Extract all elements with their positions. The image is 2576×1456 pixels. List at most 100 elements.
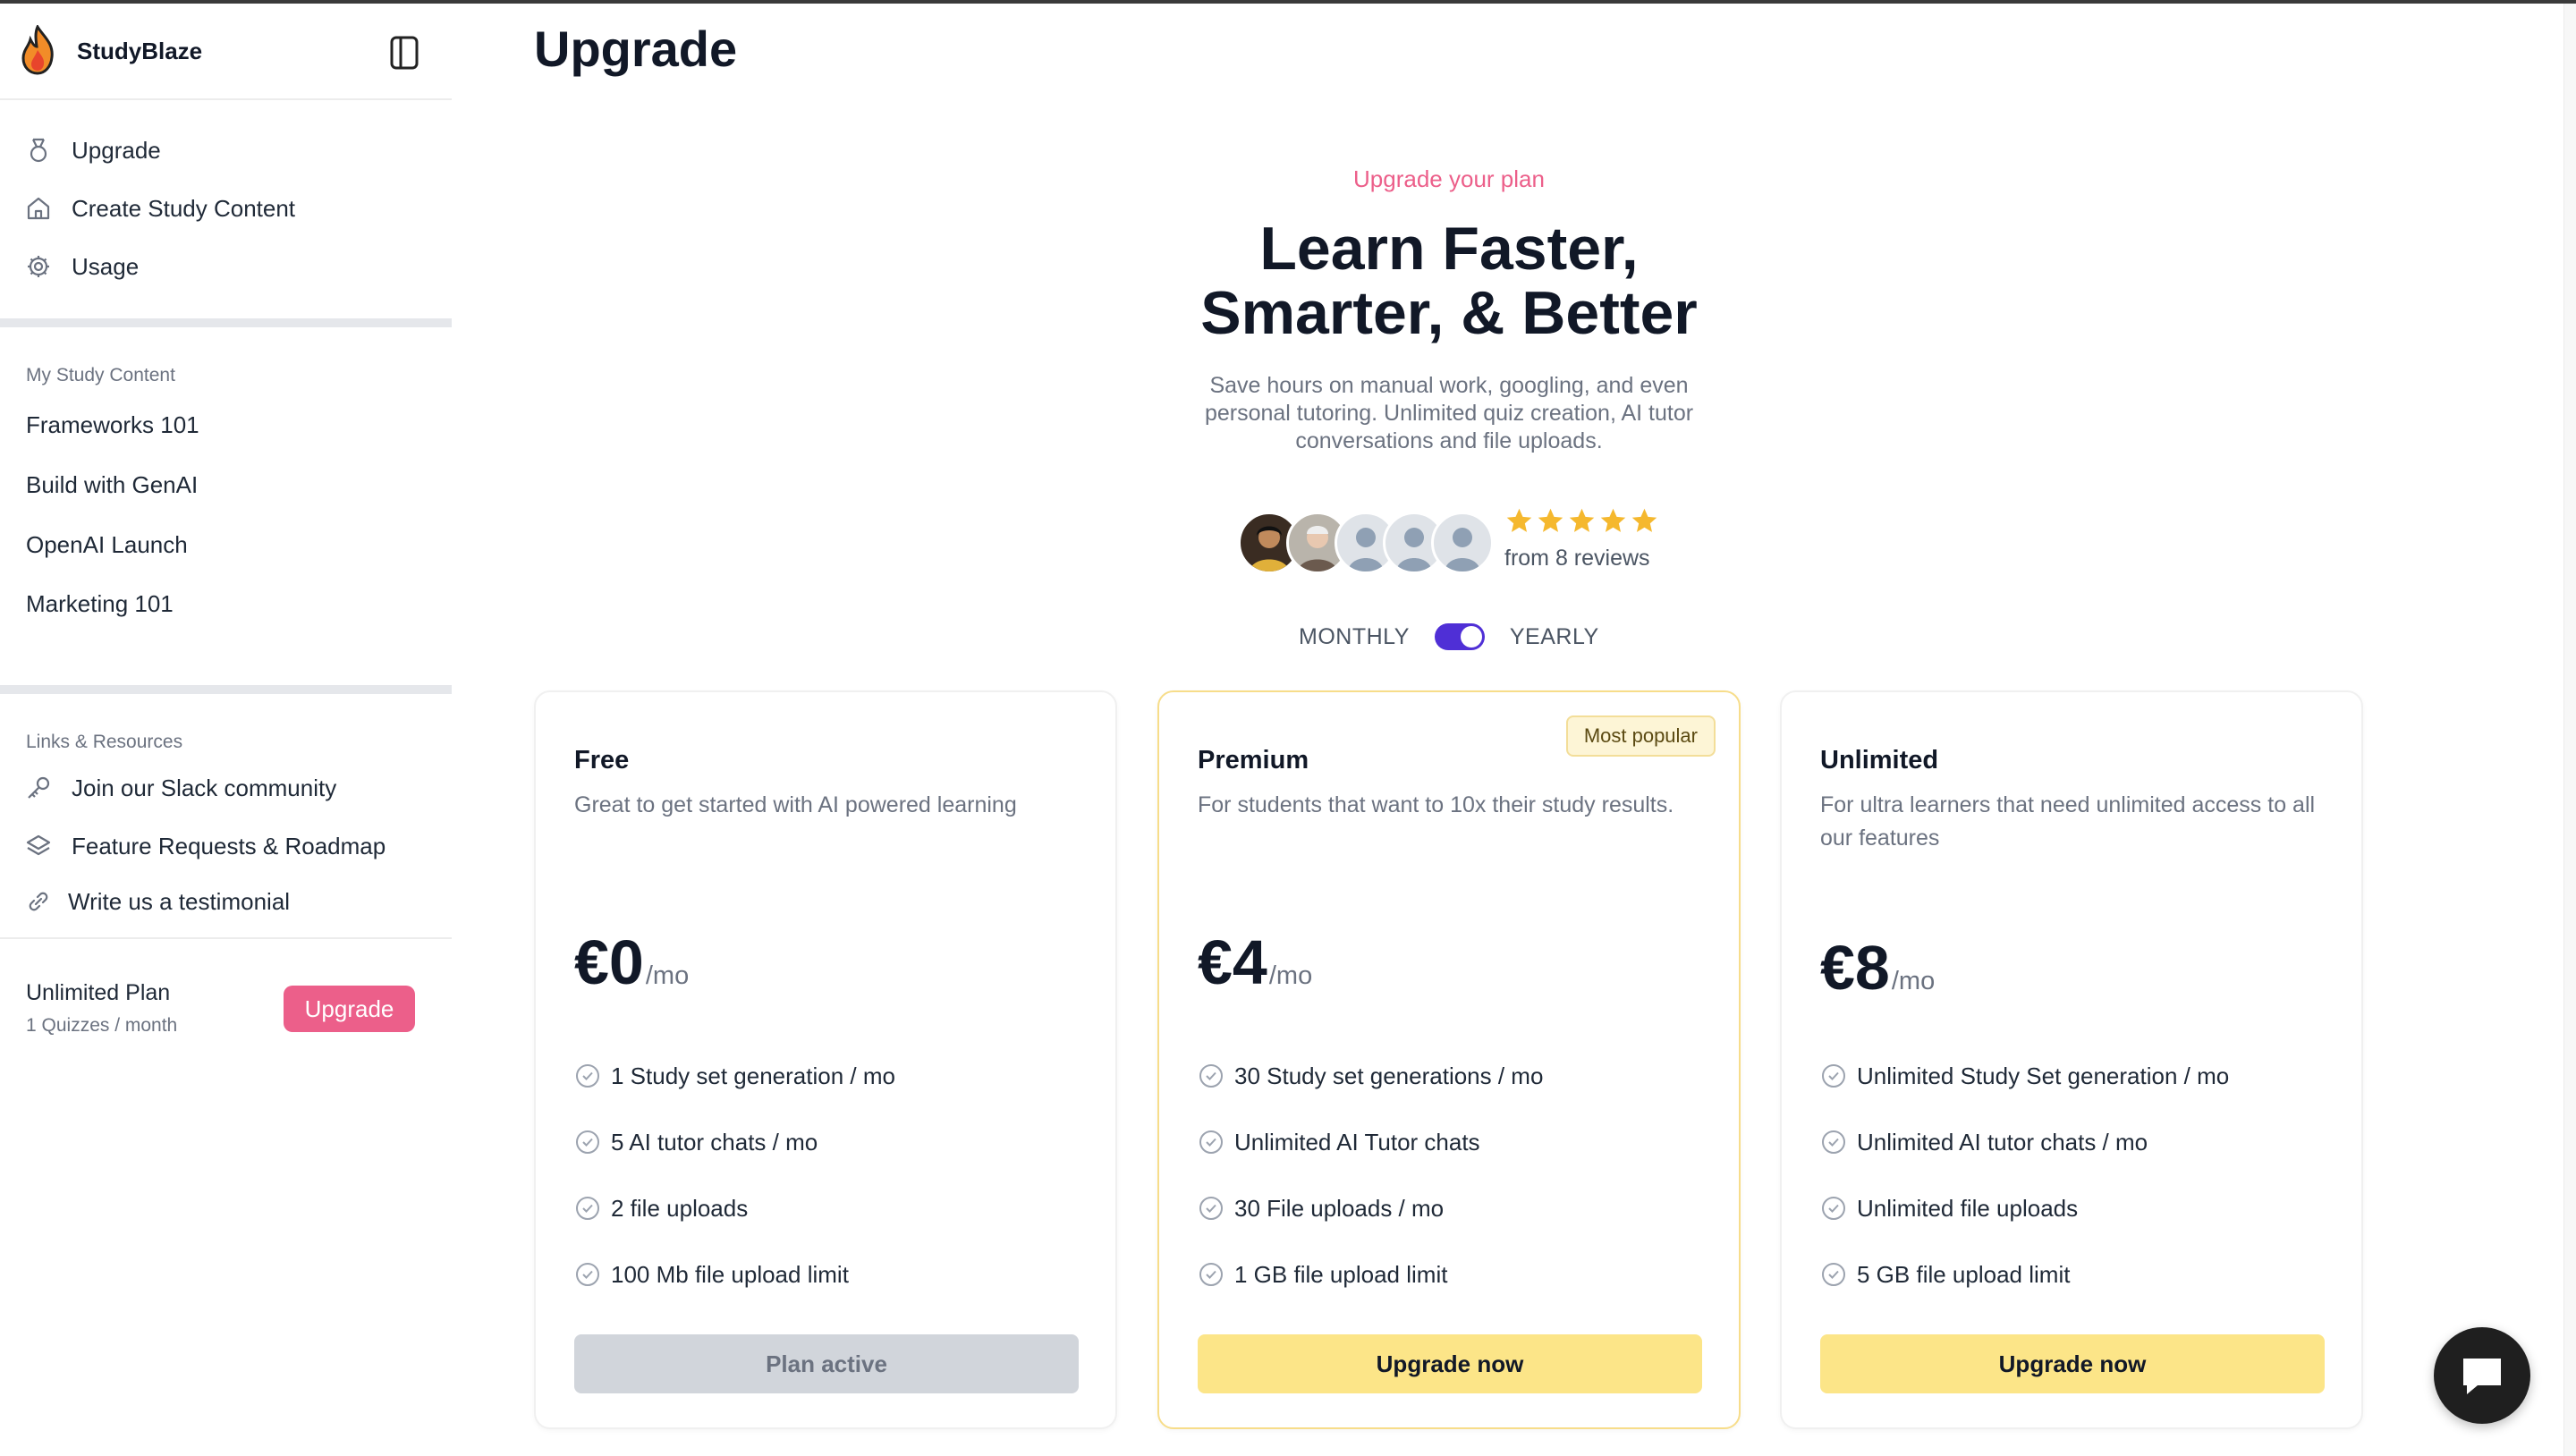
current-plan-quota: 1 Quizzes / month [26,1015,178,1036]
sidebar-upgrade-button[interactable]: Upgrade [284,986,415,1032]
check-circle-icon [576,1130,599,1154]
feature-text: 2 file uploads [611,1194,749,1222]
check-circle-icon [576,1064,599,1088]
feature-text: Unlimited Study Set generation / mo [1857,1062,2230,1089]
sidebar-item-label: Usage [72,252,140,280]
avatar [1431,512,1494,574]
feature-item: 1 GB file upload limit [1198,1241,1543,1308]
feature-text: Unlimited AI tutor chats / mo [1857,1128,2148,1155]
check-circle-icon [1199,1263,1223,1286]
feature-item: 1 Study set generation / mo [574,1043,895,1109]
chat-launcher-button[interactable] [2434,1327,2530,1424]
star-icon [1506,508,1532,532]
study-content-item[interactable]: Frameworks 101 [26,411,199,439]
home-icon [27,197,50,220]
link-label: Feature Requests & Roadmap [72,832,386,859]
check-circle-icon [1822,1064,1845,1088]
feature-item: 30 Study set generations / mo [1198,1043,1543,1109]
hero-subtext: Save hours on manual work, googling, and… [1204,373,1694,453]
app-name: StudyBlaze [77,38,203,64]
study-content-item[interactable]: Build with GenAI [26,471,198,499]
toggle-knob [1460,626,1482,648]
billing-toggle[interactable] [1434,623,1485,650]
hero-headline: Learn Faster, Smarter, & Better [1091,216,1807,345]
plan-price: €4 /mo [1198,927,1312,998]
sidebar-item-usage[interactable]: Usage [25,249,139,284]
plan-card-unlimited: Unlimited For ultra learners that need u… [1780,690,2363,1429]
key-icon [28,776,50,799]
link-join-slack[interactable]: Join our Slack community [25,770,336,806]
plan-description: For students that want to 10x their stud… [1198,792,1674,817]
brand-header: StudyBlaze [0,4,452,100]
feature-text: 30 Study set generations / mo [1234,1062,1544,1089]
check-circle-icon [1822,1263,1845,1286]
headline-line-1: Learn Faster, [1259,215,1639,283]
link-feature-requests[interactable]: Feature Requests & Roadmap [25,828,386,864]
plan-card-free: Free Great to get started with AI powere… [534,690,1117,1429]
check-circle-icon [576,1197,599,1220]
vertical-scrollbar[interactable] [2563,4,2576,1456]
feature-text: Unlimited AI Tutor chats [1234,1128,1480,1155]
feature-item: Unlimited Study Set generation / mo [1820,1043,2229,1109]
chat-bubble-icon [2463,1359,2501,1394]
star-icon [1569,508,1595,532]
feature-item: Unlimited AI tutor chats / mo [1820,1109,2229,1175]
star-rating [1504,506,1659,536]
feature-text: 5 AI tutor chats / mo [611,1128,818,1155]
most-popular-badge: Most popular [1565,715,1716,757]
billing-monthly-label[interactable]: MONTHLY [1299,624,1410,650]
feature-text: 5 GB file upload limit [1857,1260,2071,1288]
feature-text: 1 GB file upload limit [1234,1260,1448,1288]
link-label: Write us a testimonial [68,887,291,915]
feature-item: 5 AI tutor chats / mo [574,1109,895,1175]
check-circle-icon [1822,1197,1845,1220]
feature-item: 5 GB file upload limit [1820,1241,2229,1308]
sidebar-item-label: Create Study Content [72,194,296,222]
premium-upgrade-button[interactable]: Upgrade now [1198,1334,1702,1393]
sidebar-item-create-study-content[interactable]: Create Study Content [25,190,295,226]
star-icon [1600,508,1626,532]
price-period: /mo [1891,967,1936,995]
plan-name: Unlimited [1820,746,1939,775]
feature-list: 1 Study set generation / mo 5 AI tutor c… [574,1043,895,1308]
current-plan-name: Unlimited Plan [26,980,171,1005]
study-content-item[interactable]: Marketing 101 [26,590,174,618]
billing-yearly-label[interactable]: YEARLY [1510,624,1599,650]
price-amount: €8 [1820,933,1890,1003]
plan-card-premium: Most popular Premium For students that w… [1157,690,1741,1429]
price-amount: €0 [574,927,644,997]
link-label: Join our Slack community [72,774,337,801]
study-content-item[interactable]: OpenAI Launch [26,531,188,559]
price-period: /mo [1268,961,1313,990]
feature-item: Unlimited AI Tutor chats [1198,1109,1543,1175]
flame-logo-icon [21,25,54,75]
review-count: from 8 reviews [1504,546,1650,571]
sidebar-item-upgrade[interactable]: Upgrade [25,132,161,168]
sidebar-toggle-icon[interactable] [390,36,419,70]
star-icon [1631,508,1657,532]
section-title-my-study-content: My Study Content [26,365,175,385]
plan-name: Premium [1198,746,1309,775]
link-icon [29,892,48,911]
feature-text: Unlimited file uploads [1857,1194,2079,1222]
unlimited-upgrade-button[interactable]: Upgrade now [1820,1334,2325,1393]
feature-text: 100 Mb file upload limit [611,1260,849,1288]
plan-price: €0 /mo [574,927,689,998]
plan-description: For ultra learners that need unlimited a… [1820,792,2316,851]
section-title-links-resources: Links & Resources [26,732,183,752]
price-amount: €4 [1198,927,1267,997]
plan-active-button[interactable]: Plan active [574,1334,1079,1393]
star-icon [1538,508,1563,532]
reviewer-avatars [1238,512,1497,574]
plan-description: Great to get started with AI powered lea… [574,792,1017,817]
divider [0,937,452,939]
billing-period-switch: MONTHLY YEARLY [1299,619,1599,655]
feature-item: Unlimited file uploads [1820,1175,2229,1241]
plan-price: €8 /mo [1820,932,1935,1003]
feature-item: 30 File uploads / mo [1198,1175,1543,1241]
link-write-testimonial[interactable]: Write us a testimonial [25,884,290,919]
medal-icon [30,138,47,163]
check-circle-icon [576,1263,599,1286]
check-circle-icon [1199,1197,1223,1220]
page-title: Upgrade [534,21,738,77]
